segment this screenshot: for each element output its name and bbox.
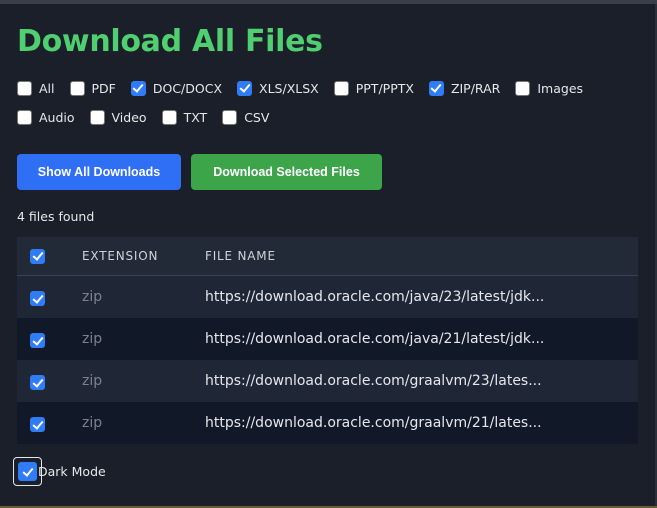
- filter-label: Images: [537, 80, 584, 96]
- filter-ppt-pptx[interactable]: PPT/PPTX: [333, 80, 414, 96]
- filter-label: ZIP/RAR: [450, 80, 501, 96]
- filter-row: All PDF DOC/DOCX XLS/XLSX PPT/PPTX ZIP/RAR Ima…: [17, 80, 637, 96]
- table-row[interactable]: zip https://download.oracle.com/graalvm/…: [17, 360, 638, 402]
- filter-audio[interactable]: Audio: [17, 109, 75, 125]
- extension-column-header: EXTENSION: [82, 249, 159, 263]
- filter-checkbox[interactable]: [89, 109, 105, 125]
- extension-cell: zip: [82, 373, 103, 389]
- filter-zip-rar[interactable]: ZIP/RAR: [428, 80, 501, 96]
- filter-label: XLS/XLSX: [259, 80, 319, 96]
- filter-checkbox[interactable]: [515, 80, 531, 96]
- window-top-border: [0, 0, 657, 4]
- extension-cell: zip: [82, 289, 103, 305]
- file-name-cell: https://download.oracle.com/java/23/late…: [205, 289, 545, 305]
- table-header: EXTENSION FILE NAME: [17, 237, 638, 276]
- show-all-downloads-button[interactable]: Show All Downloads: [17, 154, 181, 190]
- file-name-cell: https://download.oracle.com/java/21/late…: [205, 331, 545, 347]
- file-name-column-header: FILE NAME: [205, 249, 276, 263]
- file-name-cell: https://download.oracle.com/graalvm/23/l…: [205, 373, 542, 389]
- filter-label: Audio: [39, 109, 75, 125]
- filter-label: Video: [111, 109, 147, 125]
- filter-checkbox[interactable]: [222, 109, 238, 125]
- filter-checkbox[interactable]: [333, 80, 349, 96]
- filter-label: DOC/DOCX: [152, 80, 223, 96]
- filter-checkbox[interactable]: [130, 80, 146, 96]
- filter-txt[interactable]: TXT: [161, 109, 208, 125]
- file-type-filters: All PDF DOC/DOCX XLS/XLSX PPT/PPTX ZIP/RAR Ima…: [17, 80, 637, 138]
- filter-images[interactable]: Images: [515, 80, 584, 96]
- filter-checkbox[interactable]: [17, 109, 32, 125]
- row-checkbox[interactable]: [30, 375, 45, 390]
- dark-mode-label: Dark Mode: [38, 464, 106, 479]
- filter-label: PDF: [91, 80, 116, 96]
- filter-video[interactable]: Video: [89, 109, 147, 125]
- filter-label: All: [39, 80, 55, 96]
- filter-row: Audio Video TXT CSV: [17, 109, 637, 125]
- table-row[interactable]: zip https://download.oracle.com/java/23/…: [17, 276, 638, 318]
- row-checkbox[interactable]: [30, 333, 45, 348]
- file-name-cell: https://download.oracle.com/graalvm/21/l…: [205, 415, 542, 431]
- files-table: EXTENSION FILE NAME zip https://download…: [17, 237, 638, 444]
- extension-cell: zip: [82, 415, 103, 431]
- download-selected-files-button[interactable]: Download Selected Files: [191, 154, 382, 190]
- filter-checkbox[interactable]: [161, 109, 177, 125]
- page-title: Download All Files: [17, 24, 323, 59]
- filter-csv[interactable]: CSV: [222, 109, 270, 125]
- files-found-count: 4 files found: [17, 209, 95, 224]
- dark-mode-checkbox[interactable]: [18, 462, 37, 481]
- filter-doc-docx[interactable]: DOC/DOCX: [130, 80, 223, 96]
- row-checkbox[interactable]: [30, 291, 45, 306]
- table-row[interactable]: zip https://download.oracle.com/java/21/…: [17, 318, 638, 360]
- filter-checkbox[interactable]: [69, 80, 85, 96]
- select-all-checkbox[interactable]: [30, 248, 45, 264]
- filter-xls-xlsx[interactable]: XLS/XLSX: [237, 80, 319, 96]
- filter-label: TXT: [183, 109, 208, 125]
- filter-pdf[interactable]: PDF: [69, 80, 116, 96]
- extension-cell: zip: [82, 331, 103, 347]
- row-checkbox[interactable]: [30, 417, 45, 432]
- filter-checkbox[interactable]: [237, 80, 253, 96]
- filter-checkbox[interactable]: [428, 80, 444, 96]
- filter-label: CSV: [244, 109, 270, 125]
- dark-mode-toggle[interactable]: Dark Mode: [13, 457, 106, 486]
- table-body: zip https://download.oracle.com/java/23/…: [17, 276, 638, 444]
- filter-checkbox[interactable]: [17, 80, 32, 96]
- filter-all[interactable]: All: [17, 80, 55, 96]
- table-row[interactable]: zip https://download.oracle.com/graalvm/…: [17, 402, 638, 444]
- filter-label: PPT/PPTX: [355, 80, 414, 96]
